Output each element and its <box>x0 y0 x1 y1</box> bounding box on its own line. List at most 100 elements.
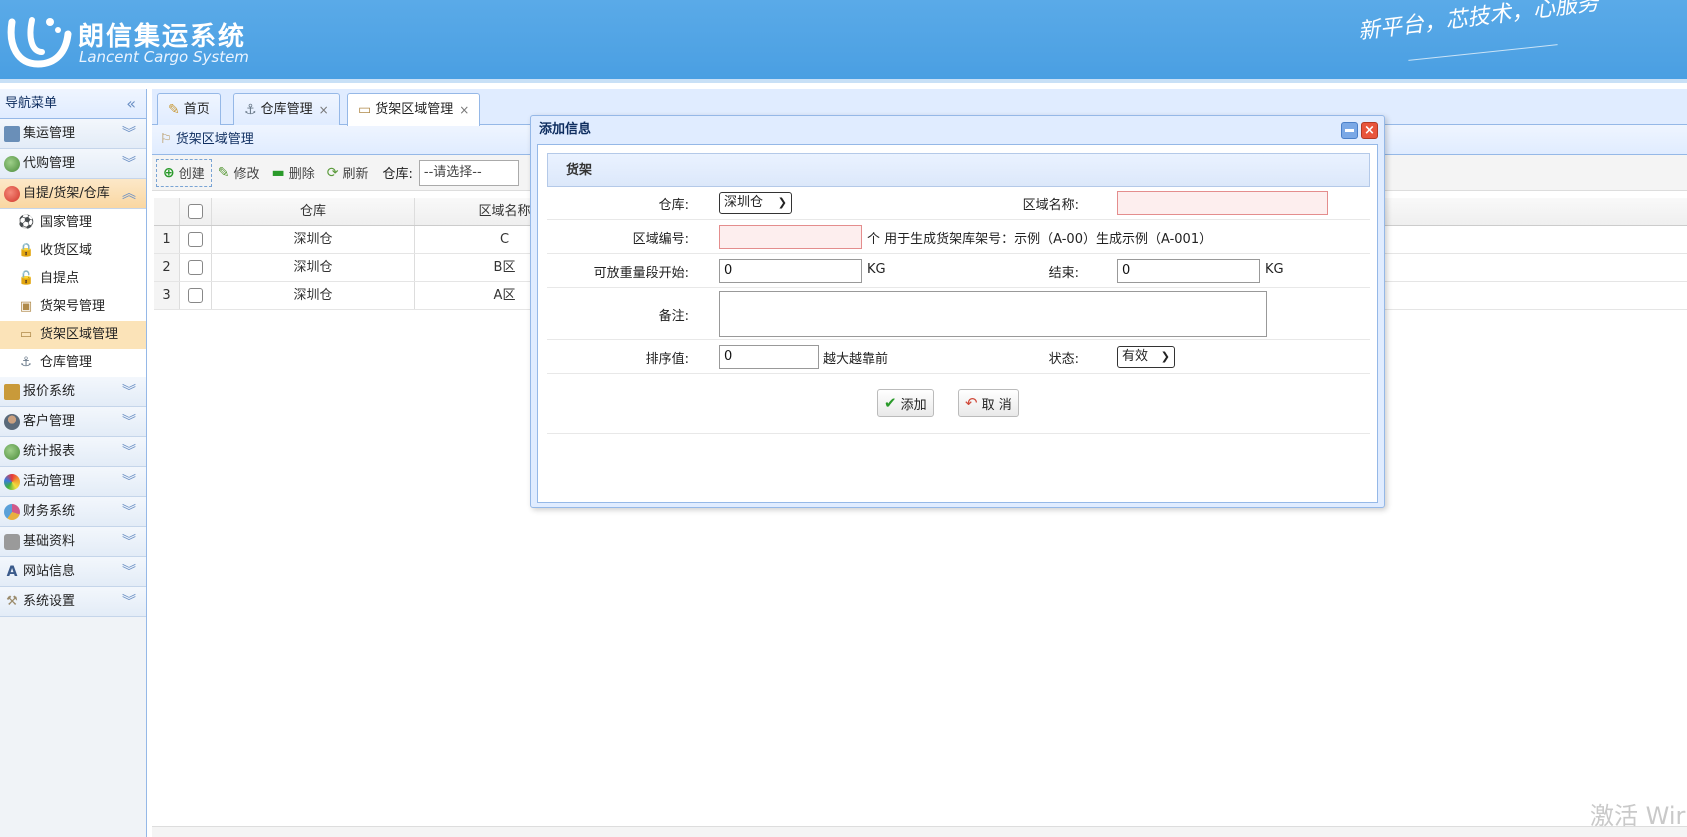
weight-start-label: 可放重量段开始: <box>593 266 689 281</box>
delete-button[interactable]: ▬ 删除 <box>266 159 321 187</box>
nav-group-quote[interactable]: 报价系统 ︾ <box>0 377 146 407</box>
row-checkbox[interactable] <box>188 260 203 275</box>
lock-icon: 🔒 <box>18 243 35 258</box>
collapse-left-icon[interactable]: « <box>126 89 136 119</box>
sidebar-item-pickup[interactable]: 🔓 自提点 <box>0 265 146 293</box>
refresh-button[interactable]: ⟳ 刷新 <box>321 159 375 187</box>
add-info-dialog: 添加信息 × 货架 仓库: 深圳仓 ❯ 区域名称: 区域编号: 个 用于生成货架… <box>530 115 1385 508</box>
select-all-checkbox-cell <box>180 198 212 225</box>
row-number: 3 <box>154 282 180 309</box>
warehouse-filter-select[interactable]: --请选择-- <box>418 159 519 186</box>
column-header-warehouse[interactable]: 仓库 <box>212 198 415 225</box>
form-row-actions: ✔ 添加 ↶ 取 消 <box>547 374 1370 434</box>
cancel-button-label: 取 消 <box>981 397 1012 413</box>
warehouse-label: 仓库: <box>658 198 689 213</box>
sort-hint: 越大越靠前 <box>823 352 889 367</box>
nav-group-activity[interactable]: 活动管理 ︾ <box>0 467 146 497</box>
warehouse-select-value: 深圳仓 <box>724 195 764 210</box>
delete-label: 删除 <box>288 167 315 182</box>
nav-group-report[interactable]: 统计报表 ︾ <box>0 437 146 467</box>
warehouse-select[interactable]: 深圳仓 ❯ <box>719 192 792 214</box>
nav-group-purchase[interactable]: 代购管理 ︾ <box>0 149 146 179</box>
chevron-up-icon: ︽ <box>122 186 136 202</box>
nav-group-warehouse[interactable]: 自提/货架/仓库 ︽ <box>0 179 146 209</box>
sidebar-item-label: 国家管理 <box>40 215 93 230</box>
chevron-down-icon: ︾ <box>122 414 136 430</box>
nav-group-cargo[interactable]: 集运管理 ︾ <box>0 119 146 149</box>
tab-home[interactable]: ✎ 首页 <box>157 93 221 125</box>
area-name-input[interactable] <box>1117 191 1328 215</box>
row-checkbox[interactable] <box>188 232 203 247</box>
refresh-label: 刷新 <box>342 167 369 182</box>
red-circle-icon <box>4 185 20 202</box>
sidebar-item-label: 货架区域管理 <box>40 327 119 342</box>
nav-group-label: 基础资料 <box>23 533 76 549</box>
nav-group-label: 自提/货架/仓库 <box>23 185 110 201</box>
create-button[interactable]: ⊕ 创建 <box>156 158 212 187</box>
weight-end-unit: KG <box>1265 262 1284 277</box>
area-code-label: 区域编号: <box>632 232 689 247</box>
tab-shelf-area[interactable]: ▭ 货架区域管理 × <box>347 93 481 126</box>
soccer-ball-icon: ⚽ <box>18 215 35 230</box>
nav-group-finance[interactable]: 财务系统 ︾ <box>0 497 146 527</box>
sidebar-item-receive-area[interactable]: 🔒 收货区域 <box>0 237 146 265</box>
weight-end-input[interactable]: 0 <box>1117 259 1260 283</box>
cell-warehouse: 深圳仓 <box>212 254 415 281</box>
nav-group-website[interactable]: A 网站信息 ︾ <box>0 557 146 587</box>
sort-input[interactable]: 0 <box>719 345 819 369</box>
sidebar-item-shelf-area[interactable]: ▭ 货架区域管理 <box>0 321 146 349</box>
chevron-down-icon: ︾ <box>122 534 136 550</box>
close-icon[interactable]: × <box>319 95 329 125</box>
dialog-body: 货架 仓库: 深圳仓 ❯ 区域名称: 区域编号: 个 用于生成货架库架号：示例（… <box>537 144 1378 503</box>
activation-watermark: 激活 Wir <box>1590 802 1686 830</box>
pencil-icon: ✎ <box>217 164 230 181</box>
check-icon: ✔ <box>884 394 897 412</box>
row-number: 2 <box>154 254 180 281</box>
area-name-label: 区域名称: <box>1022 198 1079 213</box>
tab-label: 货架区域管理 <box>375 102 454 117</box>
tab-warehouse[interactable]: ⚓ 仓库管理 × <box>233 93 340 125</box>
sort-label: 排序值: <box>645 352 689 367</box>
chevron-down-icon: ❯ <box>777 196 787 209</box>
dialog-title: 添加信息 <box>539 122 592 137</box>
sidebar-header: 导航菜单 « <box>0 89 146 119</box>
area-code-input[interactable] <box>719 225 862 249</box>
weight-start-input[interactable]: 0 <box>719 259 862 283</box>
edit-button[interactable]: ✎ 修改 <box>212 159 266 187</box>
nav-group-label: 统计报表 <box>23 443 76 459</box>
sidebar-item-shelf-number[interactable]: ▣ 货架号管理 <box>0 293 146 321</box>
add-button[interactable]: ✔ 添加 <box>877 389 934 417</box>
select-all-checkbox[interactable] <box>188 204 203 219</box>
form-row-remark: 备注: <box>547 288 1370 340</box>
chart-pie-icon <box>4 503 20 520</box>
close-icon[interactable]: × <box>459 95 469 125</box>
database-icon <box>4 533 20 550</box>
font-icon: A <box>6 563 18 580</box>
nav-group-basic[interactable]: 基础资料 ︾ <box>0 527 146 557</box>
minimize-icon[interactable] <box>1341 122 1358 139</box>
logo-icon <box>7 17 72 68</box>
form-row-sort: 排序值: 0 越大越靠前 状态: 有效 ❯ <box>547 340 1370 374</box>
row-checkbox[interactable] <box>188 288 203 303</box>
sidebar: 导航菜单 « 集运管理 ︾ 代购管理 ︾ 自提/货架/仓库 ︽ ⚽ 国家管理 🔒… <box>0 89 147 837</box>
sidebar-item-warehouse[interactable]: ⚓ 仓库管理 <box>0 349 146 377</box>
status-label: 状态: <box>1048 352 1079 367</box>
cancel-button[interactable]: ↶ 取 消 <box>958 389 1019 417</box>
chevron-down-icon: ︾ <box>122 126 136 142</box>
create-label: 创建 <box>178 167 205 182</box>
dialog-titlebar[interactable]: 添加信息 × <box>531 116 1384 144</box>
nav-group-settings[interactable]: ⚒ 系统设置 ︾ <box>0 587 146 617</box>
form-row-weight: 可放重量段开始: 0 KG 结束: 0 KG <box>547 254 1370 288</box>
weight-end-label: 结束: <box>1048 266 1079 281</box>
remark-textarea[interactable] <box>719 291 1267 337</box>
sidebar-item-label: 货架号管理 <box>40 299 106 314</box>
close-icon[interactable]: × <box>1361 122 1378 139</box>
slogan: 新平台，芯技术，心服务 <box>1356 0 1600 45</box>
nav-group-label: 系统设置 <box>23 593 76 609</box>
status-select[interactable]: 有效 ❯ <box>1117 346 1175 368</box>
undo-icon: ↶ <box>965 394 978 412</box>
sidebar-item-country[interactable]: ⚽ 国家管理 <box>0 209 146 237</box>
chevron-down-icon: ❯ <box>1160 350 1170 363</box>
nav-group-customer[interactable]: 客户管理 ︾ <box>0 407 146 437</box>
row-checkbox-cell <box>180 282 212 309</box>
